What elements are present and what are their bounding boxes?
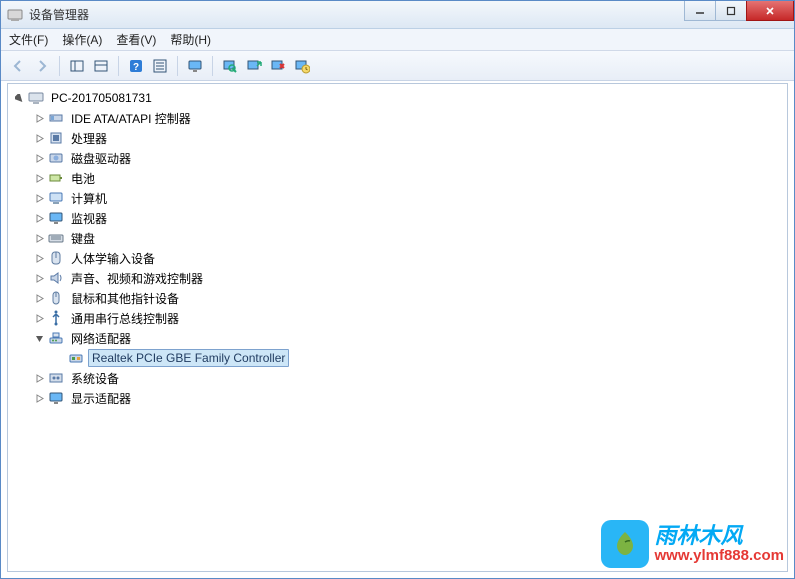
tree-node[interactable]: 人体学输入设备 — [30, 248, 787, 268]
scan-button[interactable] — [219, 55, 241, 77]
disk-icon — [48, 150, 64, 166]
tree-node-label: 计算机 — [68, 189, 110, 208]
maximize-button[interactable] — [715, 1, 747, 21]
toolbar-sep — [212, 56, 213, 76]
expander-closed-icon[interactable] — [32, 271, 46, 285]
tree-root[interactable]: PC-201705081731 — [10, 88, 787, 108]
tree-leaf-label: Realtek PCIe GBE Family Controller — [88, 349, 289, 367]
expander-closed-icon[interactable] — [32, 131, 46, 145]
titlebar: 设备管理器 — [1, 1, 794, 29]
expander-closed-icon[interactable] — [32, 251, 46, 265]
tree-root-label: PC-201705081731 — [48, 90, 155, 106]
window-title: 设备管理器 — [29, 6, 89, 23]
enable-button[interactable] — [243, 55, 265, 77]
menu-action[interactable]: 操作(A) — [62, 31, 102, 48]
expander-closed-icon[interactable] — [32, 231, 46, 245]
audio-icon — [48, 270, 64, 286]
toolbar: ? — [1, 51, 794, 81]
mouse-icon — [48, 290, 64, 306]
menu-help[interactable]: 帮助(H) — [170, 31, 211, 48]
tree-node[interactable]: 声音、视频和游戏控制器 — [30, 268, 787, 288]
tree-node[interactable]: 处理器 — [30, 128, 787, 148]
hid-icon — [48, 250, 64, 266]
tree-node[interactable]: 网络适配器 — [30, 328, 787, 348]
forward-button[interactable] — [31, 55, 53, 77]
menubar: 文件(F) 操作(A) 查看(V) 帮助(H) — [1, 29, 794, 51]
display-icon — [48, 390, 64, 406]
expander-closed-icon[interactable] — [32, 391, 46, 405]
minimize-button[interactable] — [684, 1, 716, 21]
toolbar-sep — [59, 56, 60, 76]
ide-icon — [48, 110, 64, 126]
battery-icon — [48, 170, 64, 186]
tree-node-label: 键盘 — [68, 229, 98, 248]
tree-node[interactable]: 电池 — [30, 168, 787, 188]
expander-closed-icon[interactable] — [32, 371, 46, 385]
usb-icon — [48, 310, 64, 326]
keyboard-icon — [48, 230, 64, 246]
monitor-button[interactable] — [184, 55, 206, 77]
props-button[interactable] — [149, 55, 171, 77]
update-button[interactable] — [291, 55, 313, 77]
window-controls — [685, 1, 794, 21]
expander-closed-icon[interactable] — [32, 171, 46, 185]
expander-open-icon[interactable] — [12, 91, 26, 105]
tree-node-label: 磁盘驱动器 — [68, 149, 134, 168]
tree-node[interactable]: IDE ATA/ATAPI 控制器 — [30, 108, 787, 128]
menu-view[interactable]: 查看(V) — [116, 31, 156, 48]
expander-closed-icon[interactable] — [32, 311, 46, 325]
tree-node[interactable]: 系统设备 — [30, 368, 787, 388]
tree-view[interactable]: PC-201705081731 IDE ATA/ATAPI 控制器处理器磁盘驱动… — [7, 83, 788, 572]
tree-node-label: IDE ATA/ATAPI 控制器 — [68, 109, 194, 128]
tree-leaf[interactable]: Realtek PCIe GBE Family Controller — [50, 348, 787, 368]
expander-open-icon[interactable] — [32, 331, 46, 345]
expander-closed-icon[interactable] — [32, 291, 46, 305]
tree-node[interactable]: 监视器 — [30, 208, 787, 228]
tree-node[interactable]: 显示适配器 — [30, 388, 787, 408]
monitor-icon — [48, 210, 64, 226]
nic-icon — [68, 350, 84, 366]
expander-closed-icon[interactable] — [32, 211, 46, 225]
tree-node[interactable]: 键盘 — [30, 228, 787, 248]
back-button[interactable] — [7, 55, 29, 77]
remove-button[interactable] — [267, 55, 289, 77]
tree-node[interactable]: 通用串行总线控制器 — [30, 308, 787, 328]
toolbar-sep — [118, 56, 119, 76]
expander-closed-icon[interactable] — [32, 111, 46, 125]
tree-node-label: 显示适配器 — [68, 389, 134, 408]
pc-icon — [48, 190, 64, 206]
help-button[interactable]: ? — [125, 55, 147, 77]
cpu-icon — [48, 130, 64, 146]
expander-closed-icon[interactable] — [32, 151, 46, 165]
tree-node-label: 人体学输入设备 — [68, 249, 158, 268]
svg-text:?: ? — [133, 62, 139, 73]
tree-node-label: 系统设备 — [68, 369, 122, 388]
close-button[interactable] — [746, 1, 794, 21]
menu-file[interactable]: 文件(F) — [9, 31, 48, 48]
tree-node[interactable]: 计算机 — [30, 188, 787, 208]
tree-node-label: 处理器 — [68, 129, 110, 148]
network-icon — [48, 330, 64, 346]
computer-icon — [28, 90, 44, 106]
tree-node-label: 通用串行总线控制器 — [68, 309, 182, 328]
app-icon — [7, 7, 23, 23]
tree-node-label: 网络适配器 — [68, 329, 134, 348]
tree-node[interactable]: 磁盘驱动器 — [30, 148, 787, 168]
toolbar-sep — [177, 56, 178, 76]
expander-closed-icon[interactable] — [32, 191, 46, 205]
tree-node[interactable]: 鼠标和其他指针设备 — [30, 288, 787, 308]
frame1-button[interactable] — [66, 55, 88, 77]
frame2-button[interactable] — [90, 55, 112, 77]
tree-node-label: 鼠标和其他指针设备 — [68, 289, 182, 308]
tree-node-label: 电池 — [68, 169, 98, 188]
tree-node-label: 监视器 — [68, 209, 110, 228]
tree-node-label: 声音、视频和游戏控制器 — [68, 269, 206, 288]
system-icon — [48, 370, 64, 386]
